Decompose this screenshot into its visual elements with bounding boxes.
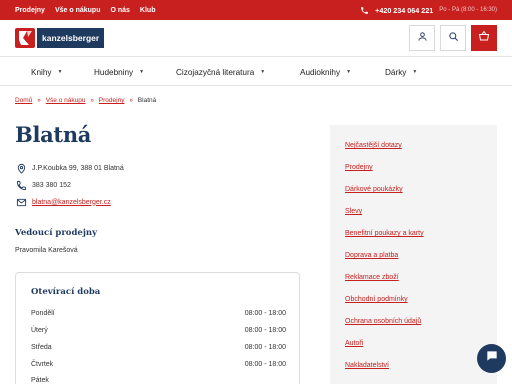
phone-icon: [15, 179, 27, 191]
main-nav: Knihy ▼ Hudebniny ▼ Cizojazyčná literatura…: [0, 56, 512, 86]
hours-day: Středa: [31, 344, 52, 351]
nav-item-gifts[interactable]: Dárky ▼: [385, 57, 417, 87]
account-button[interactable]: [409, 25, 435, 51]
sidebar-item-shipping[interactable]: Doprava a platba: [345, 252, 398, 259]
sidebar-item-privacy[interactable]: Ochrana osobních údajů: [345, 318, 421, 325]
user-icon: [417, 29, 428, 47]
sidebar-item-publishers[interactable]: Nakladatelství: [345, 362, 389, 369]
top-link-stores[interactable]: Prodejny: [15, 7, 45, 14]
breadcrumb-separator-icon: »: [37, 97, 41, 104]
hours-row: Pondělí 08:00 - 18:00: [31, 310, 286, 320]
sidebar-item-complaints[interactable]: Reklamace zboží: [345, 274, 399, 281]
store-address: J.P.Koubka 99, 388 01 Blatná: [32, 164, 124, 172]
hours-time: 08:00 - 18:00: [244, 344, 286, 351]
top-bar: Prodejny Vše o nákupu O nás Klub +420 23…: [0, 0, 512, 20]
header: kanzelsberger: [0, 20, 512, 56]
sidebar-item-gift-vouchers[interactable]: Dárkové poukázky: [345, 186, 403, 193]
chevron-down-icon: ▼: [139, 69, 145, 75]
hours-time: 08:00 - 18:00: [244, 310, 286, 317]
sidebar-item-faq[interactable]: Nejčastější dotazy: [345, 142, 402, 149]
hotline-hours: Po - Pá (8:00 - 16:30): [439, 7, 497, 13]
chat-button[interactable]: [477, 344, 506, 373]
chevron-down-icon: ▼: [260, 69, 266, 75]
nav-item-sheet-music[interactable]: Hudebniny ▼: [94, 57, 144, 87]
chat-bubble-icon: [485, 349, 499, 368]
hotline-number[interactable]: +420 234 064 221: [375, 6, 433, 15]
map-pin-icon: [15, 162, 27, 174]
breadcrumb-home[interactable]: Domů: [15, 97, 32, 104]
top-link-club[interactable]: Klub: [140, 7, 156, 14]
info-sidebar: Nejčastější dotazy Prodejny Dárkové pouk…: [330, 125, 497, 384]
hours-day: Pondělí: [31, 310, 55, 317]
logo-mark: [15, 28, 35, 48]
breadcrumb-current: Blatná: [137, 97, 157, 104]
nav-item-audiobooks[interactable]: Audioknihy ▼: [300, 57, 351, 87]
hours-time: 08:00 - 18:00: [244, 327, 286, 334]
hours-row: Čtvrtek 08:00 - 18:00: [31, 361, 286, 371]
opening-hours-card: Otevírací doba Pondělí 08:00 - 18:00 Úte…: [15, 272, 300, 384]
top-links: Prodejny Vše o nákupu O nás Klub: [15, 0, 155, 20]
store-email-row: blatna@kanzelsberger.cz: [15, 196, 111, 208]
hours-day: Úterý: [31, 327, 48, 334]
store-address-row: J.P.Koubka 99, 388 01 Blatná: [15, 162, 124, 174]
cart-icon: [478, 29, 490, 47]
sidebar-item-benefit-cards[interactable]: Benefitní poukazy a karty: [345, 230, 424, 237]
store-phone-row: 383 380 152: [15, 179, 71, 191]
store-email[interactable]: blatna@kanzelsberger.cz: [32, 199, 111, 206]
hours-time: 08:00 - 18:00: [244, 361, 286, 368]
sidebar-item-authors[interactable]: Autoři: [345, 340, 363, 347]
logo[interactable]: kanzelsberger: [15, 27, 105, 49]
nav-item-label: Cizojazyčná literatura: [176, 67, 255, 77]
chevron-down-icon: ▼: [412, 69, 418, 75]
search-icon: [448, 29, 459, 47]
chevron-down-icon: ▼: [57, 69, 63, 75]
nav-item-books[interactable]: Knihy ▼: [31, 57, 62, 87]
breadcrumb-separator-icon: »: [129, 97, 133, 104]
cart-button[interactable]: [471, 25, 497, 51]
mail-icon: [15, 196, 27, 208]
breadcrumb: Domů » Vše o nákupu » Prodejny » Blatná: [15, 97, 156, 104]
nav-item-foreign-literature[interactable]: Cizojazyčná literatura ▼: [176, 57, 265, 87]
breadcrumb-stores[interactable]: Prodejny: [99, 97, 125, 104]
hours-row: Pátek: [31, 377, 286, 384]
nav-item-label: Audioknihy: [300, 67, 341, 77]
top-link-shopping[interactable]: Vše o nákupu: [55, 7, 101, 14]
store-head-name: Pravomila Karešová: [15, 247, 78, 254]
store-phone[interactable]: 383 380 152: [32, 182, 71, 189]
hours-row: Úterý 08:00 - 18:00: [31, 327, 286, 337]
chevron-down-icon: ▼: [346, 69, 352, 75]
nav-item-label: Knihy: [31, 67, 52, 77]
nav-item-label: Hudebniny: [94, 67, 134, 77]
logo-text: kanzelsberger: [37, 28, 105, 48]
page-title: Blatná: [15, 122, 92, 147]
search-button[interactable]: [440, 25, 466, 51]
top-link-about[interactable]: O nás: [110, 7, 129, 14]
opening-hours-title: Otevírací doba: [31, 287, 101, 297]
phone-icon: [359, 5, 369, 15]
breadcrumb-shopping[interactable]: Vše o nákupu: [46, 97, 86, 104]
contact-info: +420 234 064 221 Po - Pá (8:00 - 16:30): [359, 0, 497, 20]
breadcrumb-separator-icon: »: [90, 97, 94, 104]
sidebar-item-discounts[interactable]: Slevy: [345, 208, 362, 215]
hours-day: Pátek: [31, 377, 49, 384]
sidebar-item-terms[interactable]: Obchodní podmínky: [345, 296, 408, 303]
store-head-heading: Vedoucí prodejny: [15, 228, 98, 238]
hours-day: Čtvrtek: [31, 361, 54, 368]
hours-row: Středa 08:00 - 18:00: [31, 344, 286, 354]
sidebar-item-stores[interactable]: Prodejny: [345, 164, 373, 171]
nav-item-label: Dárky: [385, 67, 407, 77]
